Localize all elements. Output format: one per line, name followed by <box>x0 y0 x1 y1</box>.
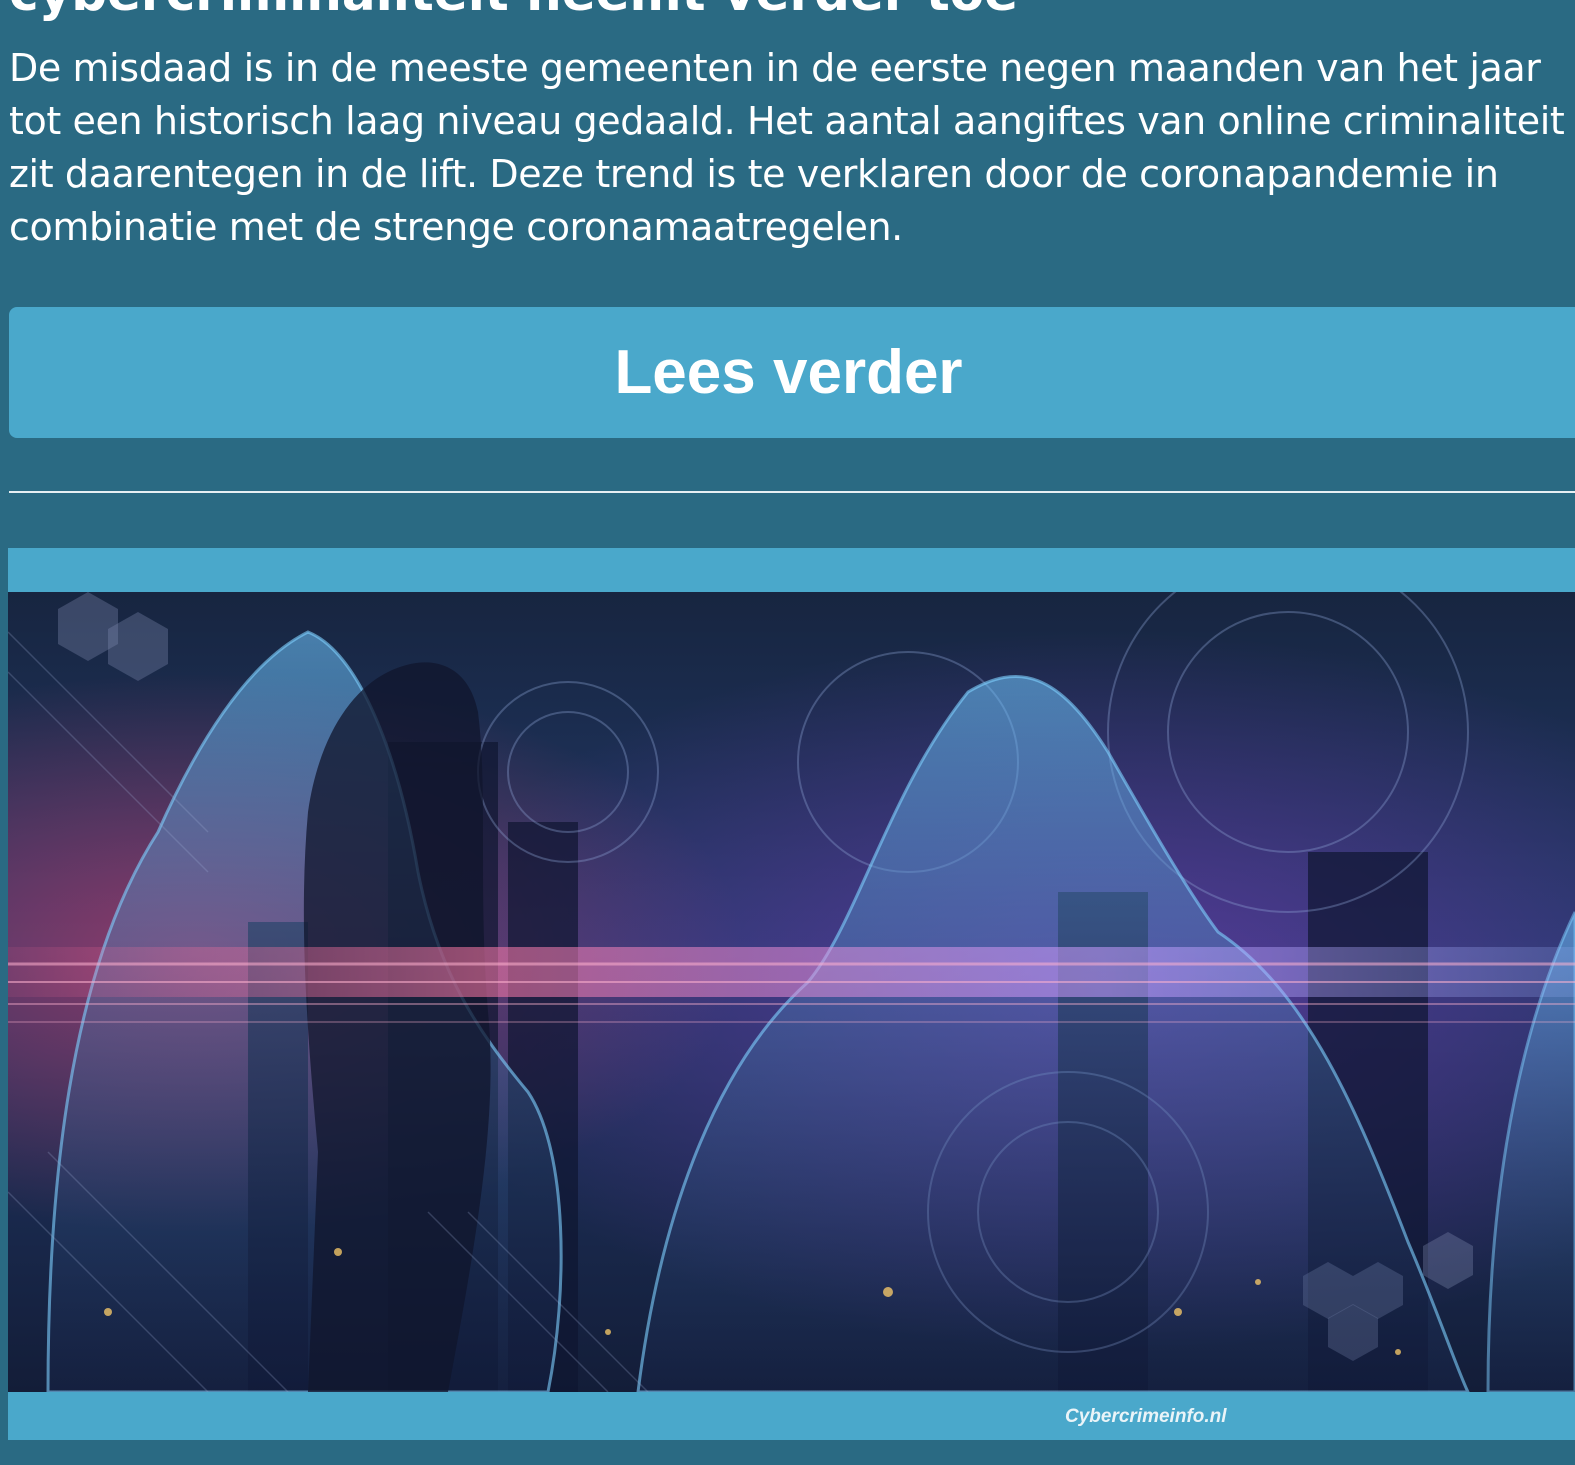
read-more-button[interactable]: Lees verder <box>9 307 1575 438</box>
article-intro: De misdaad is in de meeste gemeenten in … <box>9 46 1565 249</box>
hooded-hackers-image[interactable] <box>8 592 1575 1392</box>
article-title: cybercriminaliteit neemt verder toe <box>9 0 1018 18</box>
divider <box>9 491 1575 493</box>
article-figure: Cybercrimeinfo.nl <box>8 548 1575 1440</box>
image-caption: Cybercrimeinfo.nl <box>1065 1406 1227 1427</box>
read-more-label: Lees verder <box>614 338 963 407</box>
